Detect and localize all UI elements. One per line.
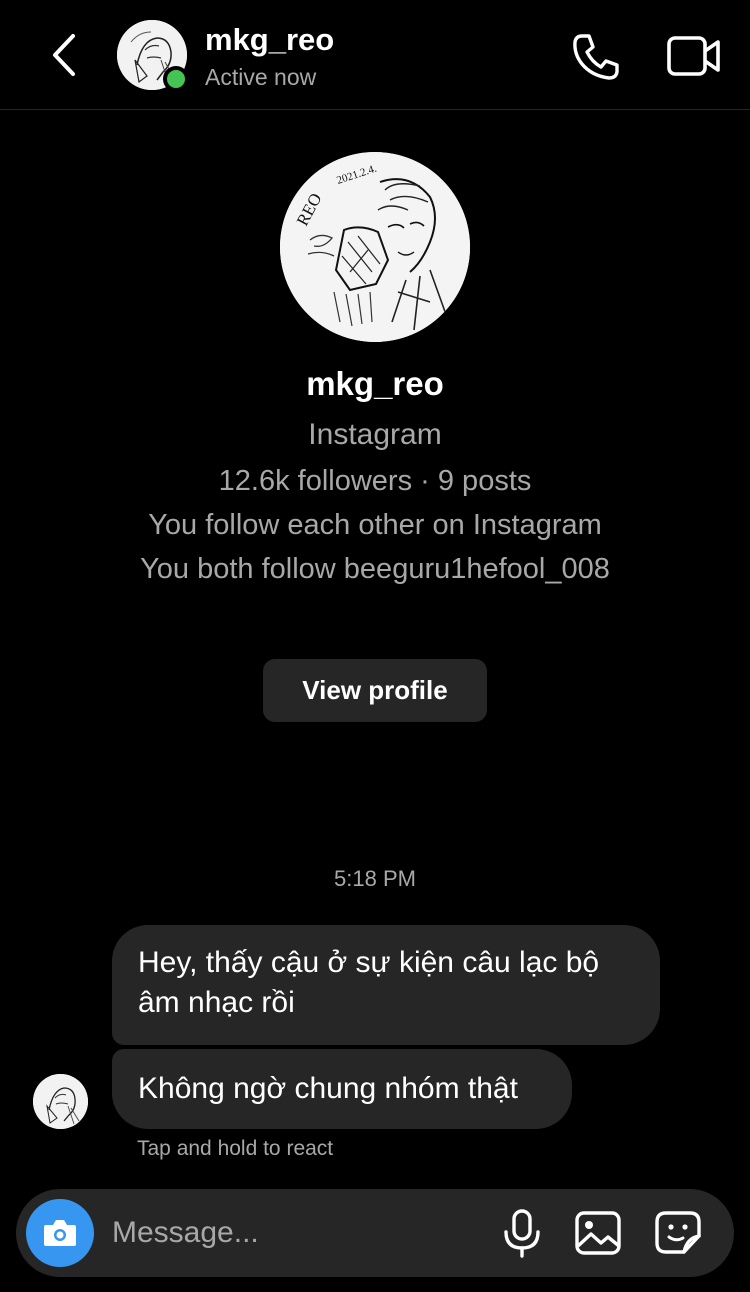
message-input[interactable] (112, 1210, 482, 1256)
sender-avatar[interactable] (33, 1074, 88, 1129)
followers-count: 12.6k (218, 465, 290, 497)
online-indicator (163, 66, 189, 92)
sketch-portrait-icon: REO 2021.2.4. (280, 152, 470, 342)
header-status: Active now (205, 64, 317, 90)
sketch-portrait-icon (33, 1074, 88, 1129)
camera-button[interactable] (26, 1199, 94, 1267)
gallery-button[interactable] (574, 1208, 622, 1258)
chat-header: mkg_reo Active now (0, 0, 750, 110)
react-hint: Tap and hold to react (137, 1137, 334, 1160)
profile-avatar[interactable]: REO 2021.2.4. (280, 152, 470, 342)
profile-name: mkg_reo (306, 365, 444, 402)
phone-icon (573, 34, 619, 80)
call-button[interactable] (570, 32, 620, 80)
profile-stats: 12.6k followers · 9 posts (0, 465, 750, 498)
mutual-friend-text: You both follow beeguru1hefool_008 (140, 553, 610, 585)
profile-platform: Instagram (308, 418, 442, 451)
header-username[interactable]: mkg_reo (205, 22, 334, 58)
image-icon (575, 1211, 621, 1255)
view-profile-button[interactable]: View profile (263, 659, 487, 722)
video-camera-icon (667, 36, 720, 76)
chevron-left-icon (53, 34, 75, 76)
message-bubble[interactable]: Không ngờ chung nhóm thật (112, 1049, 572, 1129)
microphone-icon (504, 1209, 540, 1258)
message-bubble[interactable]: Hey, thấy cậu ở sự kiện câu lạc bộ âm nh… (112, 925, 660, 1045)
sticker-icon (655, 1211, 701, 1254)
video-call-button[interactable] (666, 32, 722, 80)
message-timestamp: 5:18 PM (334, 866, 416, 891)
camera-icon (44, 1220, 76, 1246)
followers-label: followers (297, 465, 413, 497)
back-button[interactable] (44, 30, 84, 80)
mutual-follow-text: You follow each other on Instagram (148, 509, 602, 541)
stats-separator: · (420, 465, 430, 497)
voice-message-button[interactable] (500, 1208, 544, 1258)
sticker-button[interactable] (654, 1208, 702, 1258)
posts-count: 9 posts (437, 465, 532, 497)
